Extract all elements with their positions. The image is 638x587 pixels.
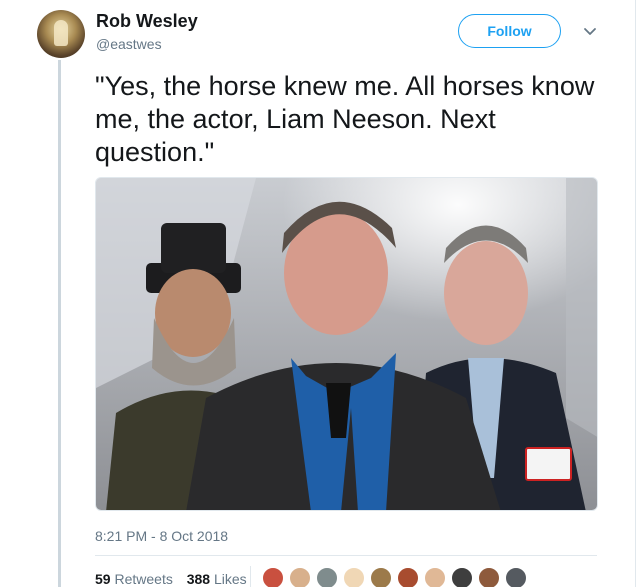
divider (95, 555, 597, 556)
stats-separator (250, 566, 251, 587)
liker-avatar[interactable] (505, 567, 527, 587)
thread-line (58, 60, 61, 587)
tweet-timestamp[interactable]: 8:21 PM - 8 Oct 2018 (95, 528, 228, 544)
tweet-text: "Yes, the horse knew me. All horses know… (95, 71, 595, 167)
like-count[interactable]: 388 (187, 571, 210, 587)
retweet-label[interactable]: Retweets (114, 571, 172, 587)
avatar[interactable] (37, 10, 85, 58)
tweet-photo[interactable] (95, 177, 598, 511)
liker-avatar[interactable] (478, 567, 500, 587)
tweet-card: Rob Wesley @eastwes Follow "Yes, the hor… (0, 0, 638, 587)
author-handle[interactable]: @eastwes (96, 36, 162, 52)
photo-illustration (96, 178, 597, 510)
liker-avatar[interactable] (316, 567, 338, 587)
liker-avatars (262, 567, 532, 587)
chevron-down-icon[interactable] (580, 22, 600, 42)
retweet-count[interactable]: 59 (95, 571, 111, 587)
liker-avatar[interactable] (289, 567, 311, 587)
tweet-stats: 59 Retweets 388 Likes (95, 571, 247, 587)
liker-avatar[interactable] (262, 567, 284, 587)
liker-avatar[interactable] (451, 567, 473, 587)
liker-avatar[interactable] (424, 567, 446, 587)
author-name[interactable]: Rob Wesley (96, 11, 198, 32)
liker-avatar[interactable] (397, 567, 419, 587)
avatar-figure (54, 20, 68, 46)
card-border (635, 0, 636, 587)
like-label[interactable]: Likes (214, 571, 247, 587)
liker-avatar[interactable] (370, 567, 392, 587)
liker-avatar[interactable] (343, 567, 365, 587)
follow-button[interactable]: Follow (458, 14, 561, 48)
